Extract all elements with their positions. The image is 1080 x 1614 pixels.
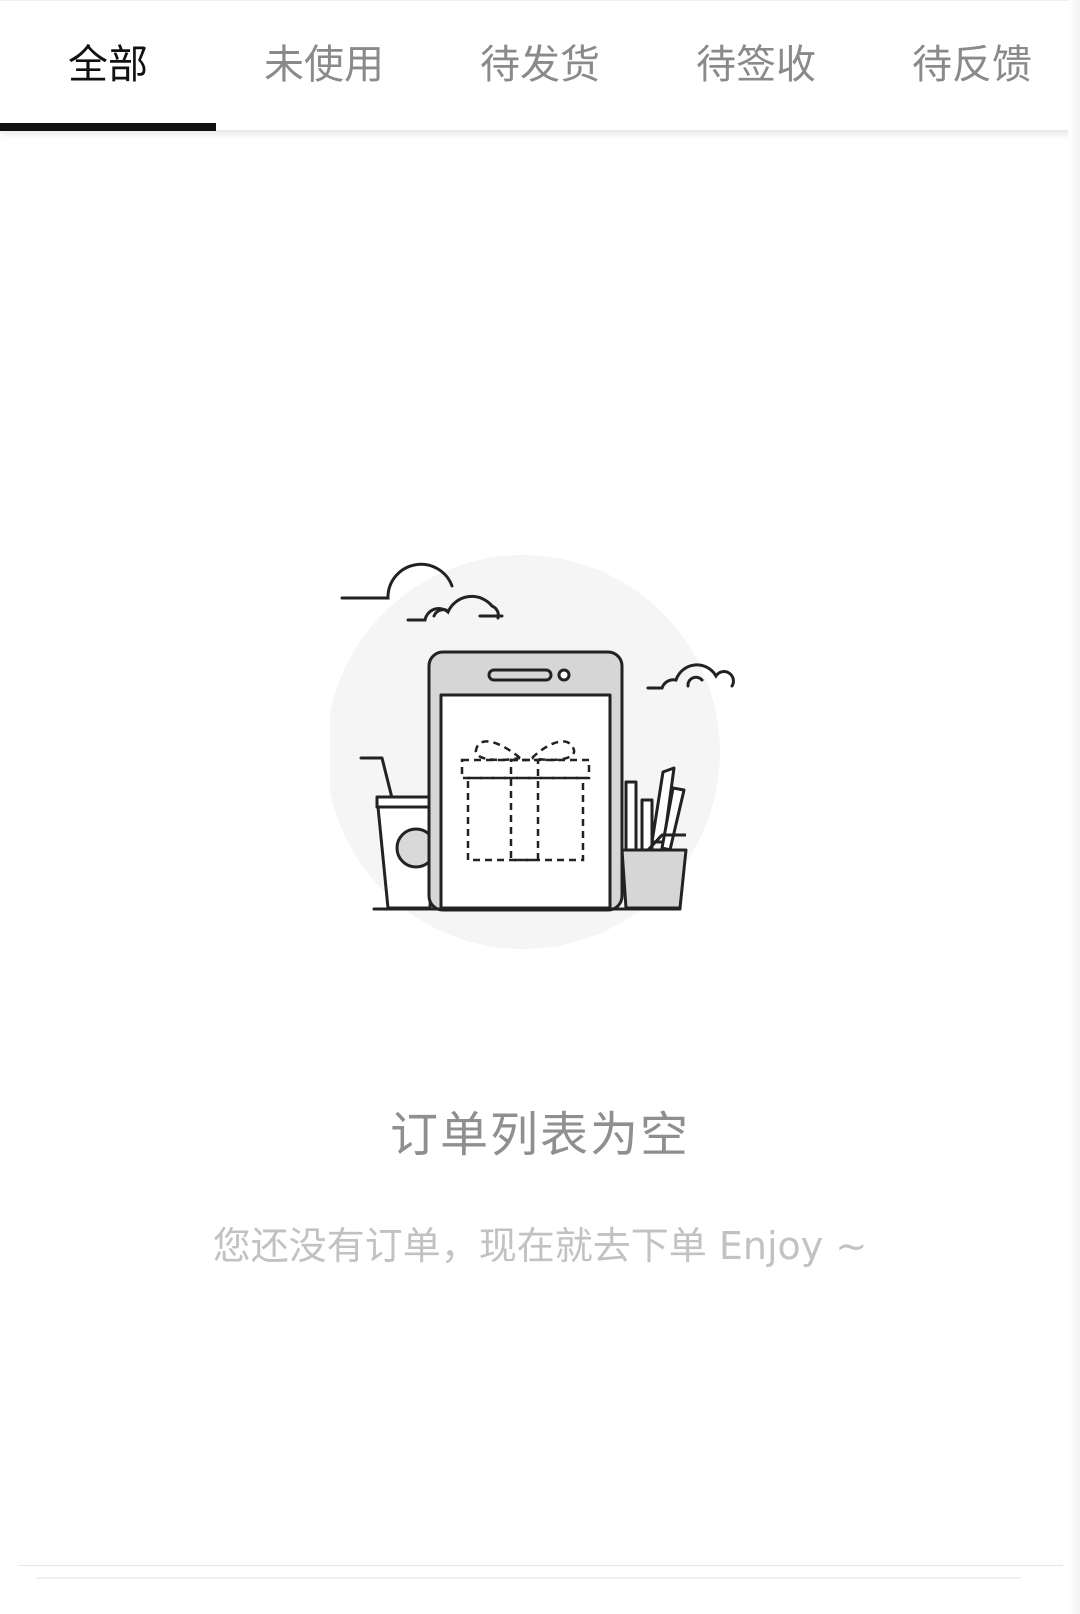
- tab-all[interactable]: 全部: [0, 1, 216, 127]
- order-status-tabbar: 全部 未使用 待发货 待签收 待反馈: [0, 0, 1080, 131]
- tab-all-label: 全部: [68, 42, 148, 88]
- bottom-divider-shadow: [36, 1577, 1021, 1579]
- active-tab-indicator: [0, 123, 216, 131]
- tab-pending-feedback[interactable]: 待反馈: [864, 1, 1080, 127]
- tab-pending-shipment-label: 待发货: [480, 42, 600, 88]
- tab-unused-label: 未使用: [264, 42, 384, 88]
- bottom-divider: [18, 1565, 1063, 1566]
- empty-orders-illustration-icon: [326, 550, 750, 970]
- empty-state-subtitle: 您还没有订单，现在就去下单 Enjoy ~: [212, 1224, 868, 1268]
- tab-unused[interactable]: 未使用: [216, 1, 432, 127]
- tab-pending-receipt-label: 待签收: [696, 42, 816, 88]
- tab-pending-shipment[interactable]: 待发货: [432, 1, 648, 127]
- empty-state-title: 订单列表为空: [389, 1107, 690, 1163]
- scroll-edge: [1068, 0, 1080, 1614]
- tab-pending-receipt[interactable]: 待签收: [648, 1, 864, 127]
- tab-pending-feedback-label: 待反馈: [912, 42, 1032, 88]
